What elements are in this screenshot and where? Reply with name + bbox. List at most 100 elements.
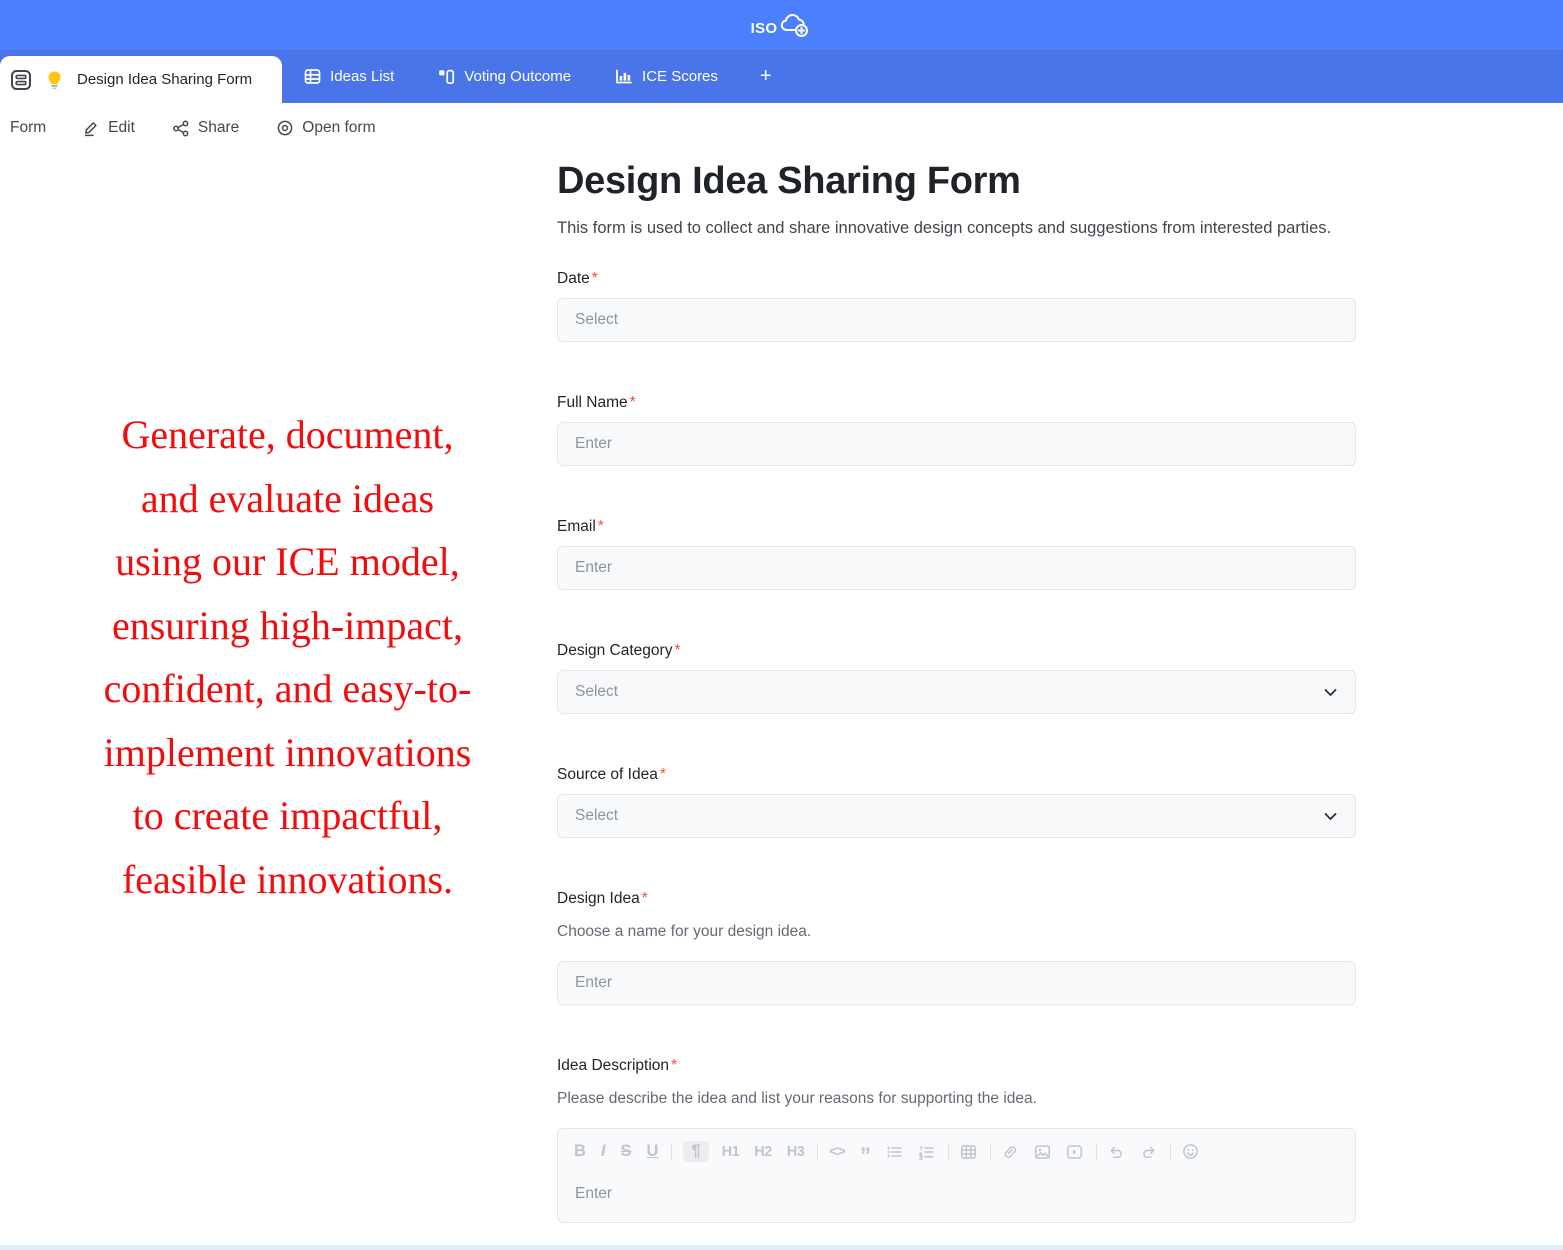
view-tab-bar: Design Idea Sharing Form Ideas List Voti… [0, 50, 1563, 103]
strikethrough-button[interactable]: S [621, 1142, 632, 1161]
undo-button[interactable] [1108, 1144, 1125, 1160]
redo-button[interactable] [1140, 1144, 1157, 1160]
chevron-down-icon [1323, 809, 1338, 824]
bullet-list-button[interactable] [886, 1144, 903, 1160]
field-email: Email* Enter [557, 516, 1356, 590]
annotation-line: ensuring high-impact, [15, 594, 560, 658]
form-title: Design Idea Sharing Form [557, 157, 1356, 205]
required-asterisk: * [671, 1057, 677, 1074]
form-preview-area: Generate, document, and evaluate ideas u… [0, 153, 1563, 1250]
field-design-idea: Design Idea* Choose a name for your desi… [557, 888, 1356, 1005]
placeholder-text: Select [575, 807, 618, 825]
tab-voting-outcome[interactable]: Voting Outcome [416, 50, 593, 103]
underline-button[interactable]: U [647, 1142, 659, 1161]
annotation-line: and evaluate ideas [15, 467, 560, 531]
tab-label: Ideas List [330, 68, 394, 85]
open-form-button[interactable]: Open form [276, 119, 375, 137]
toolbar-separator [817, 1144, 818, 1160]
tab-label: ICE Scores [642, 68, 718, 85]
tab-label: Voting Outcome [464, 68, 571, 85]
field-label: Design Idea* [557, 888, 1356, 910]
field-label: Source of Idea* [557, 764, 1356, 786]
logo-text: ISO [751, 20, 778, 37]
form-body: Design Idea Sharing Form This form is us… [557, 153, 1356, 1223]
annotation-line: confident, and easy-to- [15, 657, 560, 721]
cloud-plus-icon [778, 11, 812, 39]
form-toolbar: Form Edit Share Open form [0, 103, 1563, 153]
date-picker[interactable]: Select [557, 298, 1356, 342]
required-asterisk: * [592, 270, 598, 287]
table-icon [304, 68, 321, 85]
italic-button[interactable]: I [601, 1142, 606, 1161]
insert-video-button[interactable] [1066, 1144, 1083, 1160]
tab-ice-scores[interactable]: ICE Scores [593, 50, 740, 103]
form-label: Form [10, 119, 46, 137]
editor-placeholder[interactable]: Enter [558, 1174, 1355, 1203]
rich-text-editor[interactable]: B I S U ¶ H1 H2 H3 <> ” [557, 1128, 1356, 1223]
edit-button[interactable]: Edit [83, 119, 135, 137]
plus-icon: + [760, 65, 772, 88]
insert-table-button[interactable] [960, 1144, 977, 1160]
annotation-line: Generate, document, [15, 403, 560, 467]
required-asterisk: * [674, 642, 680, 659]
design-category-dropdown[interactable]: Select [557, 670, 1356, 714]
placeholder-text: Select [575, 683, 618, 701]
view-type-label[interactable]: Form [10, 119, 46, 137]
heading3-button[interactable]: H3 [787, 1144, 805, 1160]
inactive-tabs: Ideas List Voting Outcome ICE Scores [282, 50, 792, 103]
tab-design-idea-sharing-form[interactable]: Design Idea Sharing Form [0, 56, 282, 103]
full-name-input[interactable]: Enter [557, 422, 1356, 466]
paragraph-button[interactable]: ¶ [683, 1141, 708, 1162]
field-label: Date* [557, 268, 1356, 290]
field-design-category: Design Category* Select [557, 640, 1356, 714]
code-button[interactable]: <> [829, 1143, 845, 1160]
required-asterisk: * [630, 394, 636, 411]
field-source-of-idea: Source of Idea* Select [557, 764, 1356, 838]
bar-chart-icon [615, 68, 633, 85]
heading2-button[interactable]: H2 [754, 1144, 772, 1160]
share-button[interactable]: Share [172, 119, 239, 137]
label-text: Date [557, 270, 590, 287]
email-input[interactable]: Enter [557, 546, 1356, 590]
ordered-list-button[interactable] [918, 1144, 935, 1160]
concentric-circles-icon [276, 119, 294, 137]
insert-link-button[interactable] [1002, 1144, 1019, 1160]
annotation-line: feasible innovations. [15, 848, 560, 912]
top-app-bar: ISO [0, 0, 1563, 50]
lightbulb-icon [45, 70, 64, 90]
heading1-button[interactable]: H1 [722, 1144, 740, 1160]
rich-text-toolbar: B I S U ¶ H1 H2 H3 <> ” [558, 1129, 1355, 1174]
quote-button[interactable]: ” [860, 1151, 871, 1161]
pencil-icon [83, 120, 100, 137]
bold-button[interactable]: B [574, 1142, 586, 1161]
field-label: Full Name* [557, 392, 1356, 414]
tab-ideas-list[interactable]: Ideas List [282, 50, 416, 103]
share-label: Share [198, 119, 239, 137]
red-annotation-text: Generate, document, and evaluate ideas u… [15, 403, 560, 911]
add-view-button[interactable]: + [740, 50, 792, 103]
design-idea-input[interactable]: Enter [557, 961, 1356, 1005]
placeholder-text: Select [575, 311, 618, 329]
required-asterisk: * [642, 890, 648, 907]
source-of-idea-dropdown[interactable]: Select [557, 794, 1356, 838]
required-asterisk: * [598, 518, 604, 535]
field-date: Date* Select [557, 268, 1356, 342]
label-text: Email [557, 518, 596, 535]
toolbar-separator [990, 1144, 991, 1160]
toolbar-separator [671, 1144, 672, 1160]
form-view-icon[interactable] [10, 69, 32, 91]
share-nodes-icon [172, 120, 190, 137]
open-form-label: Open form [302, 119, 375, 137]
toolbar-separator [948, 1144, 949, 1160]
label-text: Design Category [557, 642, 672, 659]
field-idea-description: Idea Description* Please describe the id… [557, 1055, 1356, 1223]
insert-image-button[interactable] [1034, 1144, 1051, 1160]
annotation-line: implement innovations [15, 721, 560, 785]
chevron-down-icon [1323, 685, 1338, 700]
iso-cloud-logo: ISO [751, 11, 813, 39]
gallery-view-icon [438, 68, 455, 86]
field-helper-text: Choose a name for your design idea. [557, 921, 1356, 943]
tab-label: Design Idea Sharing Form [77, 71, 252, 88]
annotation-line: to create impactful, [15, 784, 560, 848]
emoji-button[interactable] [1182, 1143, 1199, 1160]
